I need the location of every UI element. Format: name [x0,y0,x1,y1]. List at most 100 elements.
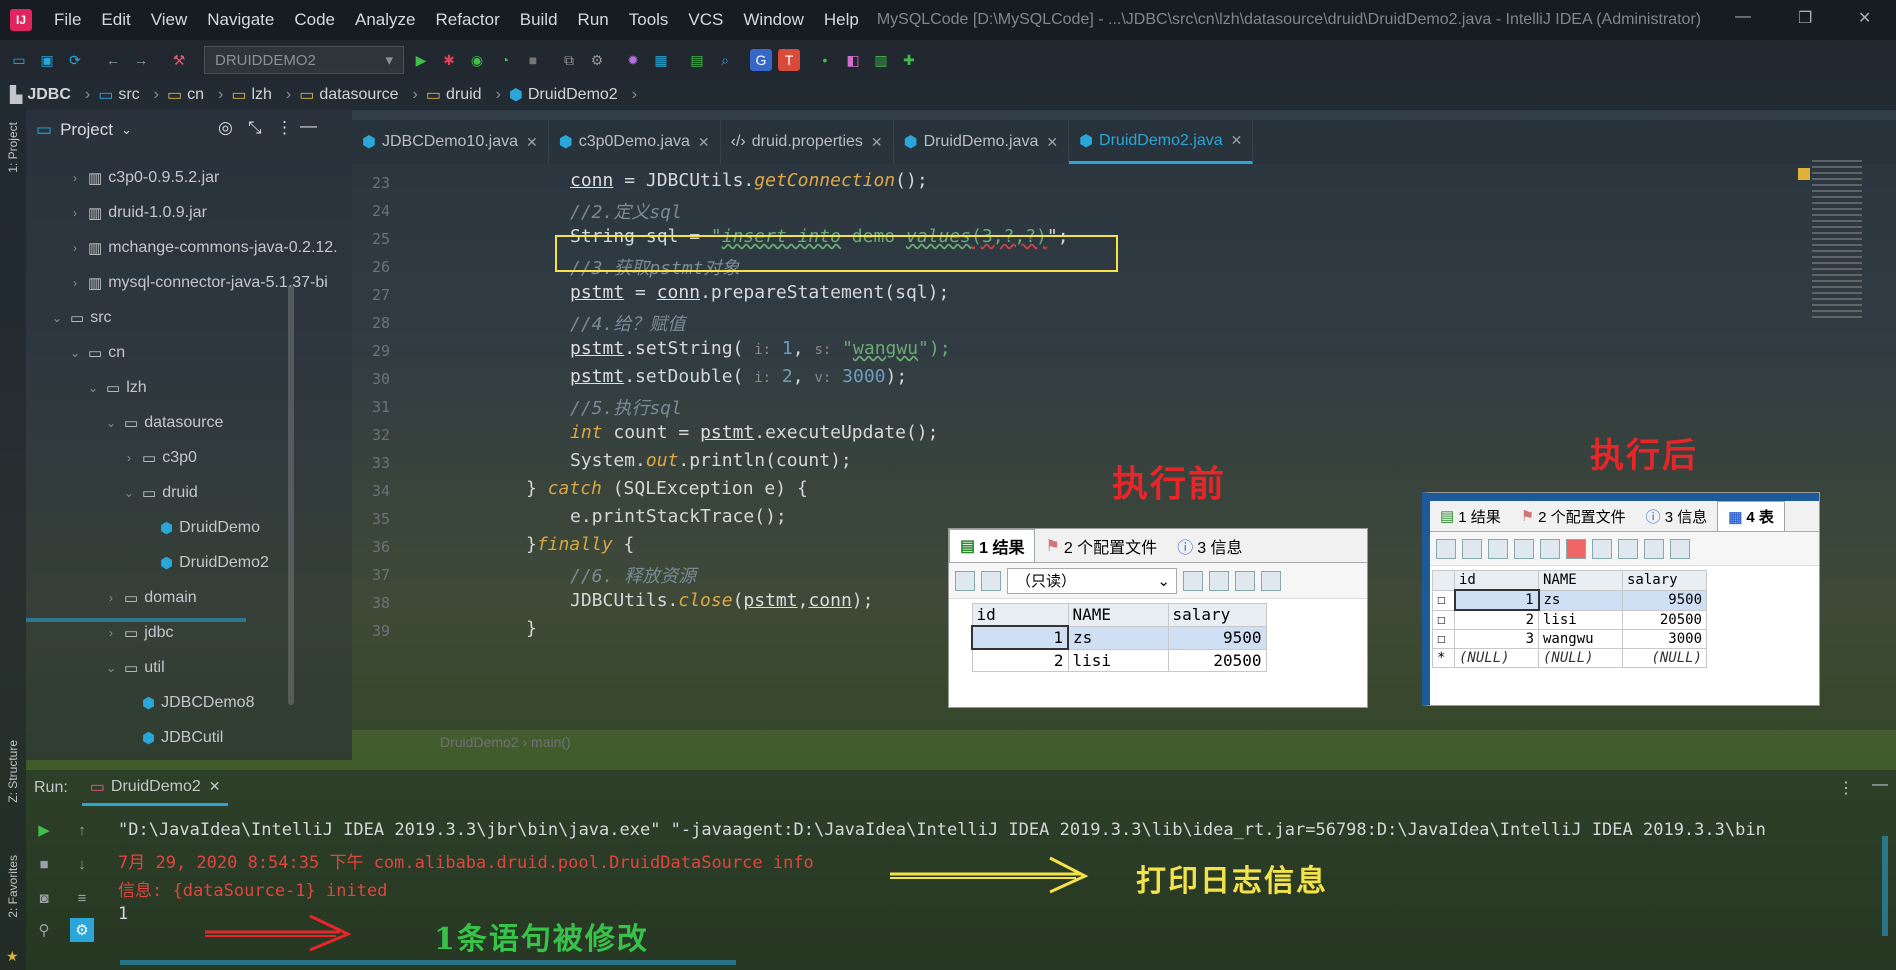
menu-analyze[interactable]: Analyze [345,10,425,30]
table-row[interactable]: 2 lisi 20500 [971,648,1267,672]
more-options-icon[interactable]: ⋮ [276,118,293,138]
db-tab-table[interactable]: ▦ 4 表 [1717,501,1785,531]
db-tab-info[interactable]: ⓘ 3 信息 [1636,501,1718,531]
project-tool-button[interactable]: 1: Project [6,122,20,173]
menu-code[interactable]: Code [284,10,345,30]
grid-layout-icon[interactable] [1618,538,1638,559]
menu-help[interactable]: Help [814,10,869,30]
col-name[interactable]: NAME [1538,570,1623,591]
rerun-icon[interactable]: ▶ [32,818,56,842]
chevron-down-icon[interactable]: ⌄ [122,486,136,500]
chevron-down-icon[interactable]: ⌄ [104,661,118,675]
crumb-druiddemo2[interactable]: ⬢ DruidDemo2 [509,85,618,105]
crumb-lzh[interactable]: ▭ lzh [231,85,272,105]
project-scrollbar[interactable] [288,285,294,705]
col-name[interactable]: NAME [1067,603,1169,627]
db-tab-profiles[interactable]: ⚑ 2 个配置文件 [1035,529,1167,562]
chevron-right-icon[interactable]: › [122,451,136,465]
chevron-right-icon[interactable]: › [104,591,118,605]
tree-item-lzh[interactable]: ⌄ ▭ lzh [26,370,352,405]
table-row[interactable]: ☐ 1 zs 9500 [1432,589,1707,611]
readonly-select[interactable]: （只读） ⌄ [1007,567,1177,594]
tab-jdbcdemo10[interactable]: ⬢ JDBCDemo10.java ✕ [352,120,549,164]
save-icon[interactable]: ▣ [36,49,58,71]
cell[interactable]: 3 [1454,629,1539,649]
menu-file[interactable]: File [44,10,91,30]
col-salary[interactable]: salary [1622,570,1707,591]
tree-item-domain[interactable]: › ▭ domain [26,580,352,615]
tree-item-mysql-connector-java-5-1-37-bi[interactable]: › ▥ mysql-connector-java-5.1.37-bi [26,265,352,300]
chevron-right-icon[interactable]: › [68,171,82,185]
menu-view[interactable]: View [141,10,198,30]
cell[interactable]: zs [1538,589,1623,611]
update-icon[interactable]: ⧉ [558,49,580,71]
chevron-down-icon[interactable]: ⌄ [68,346,82,360]
cell[interactable]: (NULL) [1538,648,1623,668]
terminal-icon[interactable]: ▤ [686,49,708,71]
menu-refactor[interactable]: Refactor [425,10,509,30]
camera-icon[interactable]: ◙ [32,886,56,910]
chevron-down-icon[interactable]: ⌄ [86,381,100,395]
tree-item-druid[interactable]: ⌄ ▭ druid [26,475,352,510]
chevron-right-icon[interactable]: › [68,241,82,255]
structure-tool-button[interactable]: Z: Structure [6,740,20,803]
save-icon[interactable] [1235,570,1255,591]
export-icon[interactable] [1462,538,1482,559]
scroll-up-icon[interactable]: ↑ [70,818,94,842]
chevron-right-icon[interactable]: › [68,276,82,290]
copy-row-icon[interactable] [1209,570,1229,591]
grid-view-icon[interactable] [955,570,975,591]
tab-druid-properties[interactable]: ‹/› druid.properties ✕ [721,120,894,164]
minimap[interactable] [1812,160,1862,320]
db-tab-results[interactable]: ▤ 1 结果 [1430,501,1511,531]
tree-item-c3p0-0-9-5-2-jar[interactable]: › ▥ c3p0-0.9.5.2.jar [26,160,352,195]
layout-grid-icon[interactable]: ▦ [650,49,672,71]
plugins-icon[interactable]: ✚ [898,49,920,71]
tree-item-druiddemo2[interactable]: ⬢ DruidDemo2 [26,545,352,580]
chevron-down-icon[interactable]: ⌄ [50,311,64,325]
cell[interactable]: (NULL) [1454,648,1539,668]
tree-item-cn[interactable]: ⌄ ▭ cn [26,335,352,370]
forward-icon[interactable]: → [130,49,152,71]
export-icon[interactable] [981,570,1001,591]
tree-item-mchange-commons-java-0-2-12[interactable]: › ▥ mchange-commons-java-0.2.12. [26,230,352,265]
col-salary[interactable]: salary [1167,603,1267,627]
db-tab-profiles[interactable]: ⚑ 2 个配置文件 [1511,501,1636,531]
cell[interactable]: zs [1067,625,1169,650]
crumb-datasource[interactable]: ▭ datasource [299,85,398,105]
chevron-down-icon[interactable]: ⌄ [121,122,132,138]
pin-icon[interactable]: ⚲ [32,918,56,942]
cancel-icon[interactable] [1592,538,1612,559]
form-layout-icon[interactable] [1644,538,1664,559]
cell[interactable]: lisi [1067,648,1169,672]
tab-druiddemo[interactable]: ⬢ DruidDemo.java ✕ [894,120,1070,164]
chevron-right-icon[interactable]: › [68,206,82,220]
table-row[interactable]: ☐ 3 wangwu 3000 [1432,629,1707,649]
tree-item-c3p0[interactable]: › ▭ c3p0 [26,440,352,475]
row-checkbox[interactable]: ☐ [1432,629,1455,649]
close-window-icon[interactable]: ✕ [1858,8,1871,28]
crumb-src[interactable]: ▭ src [98,85,139,105]
minimize-icon[interactable]: — [1735,8,1751,26]
favorites-tool-button[interactable]: 2: Favorites [6,855,20,918]
row-checkbox[interactable]: ☐ [1432,589,1455,611]
settings-icon[interactable]: ⚙ [70,918,94,942]
close-tab-icon[interactable]: ✕ [698,134,710,151]
col-id[interactable]: id [1454,570,1539,591]
crumb-jdbc[interactable]: ▙ JDBC [10,85,71,105]
restore-icon[interactable]: ❐ [1798,8,1812,28]
tree-item-src[interactable]: ⌄ ▭ src [26,300,352,335]
tree-item-druiddemo[interactable]: ⬢ DruidDemo [26,510,352,545]
warning-marker-icon[interactable] [1798,168,1810,180]
run-icon[interactable]: ▶ [410,49,432,71]
chevron-down-icon[interactable]: ⌄ [104,416,118,430]
debug-icon[interactable]: ✱ [438,49,460,71]
add-row-icon[interactable] [1183,570,1203,591]
crumb-cn[interactable]: ▭ cn [167,85,204,105]
cell[interactable]: 9500 [1167,625,1267,650]
translate-alt-icon[interactable]: T [778,49,800,71]
plugin-chart-icon[interactable]: ▥ [870,49,892,71]
soft-wrap-icon[interactable]: ≡ [70,886,94,910]
settings-icon[interactable]: ✹ [622,49,644,71]
open-folder-icon[interactable]: ▭ [8,49,30,71]
